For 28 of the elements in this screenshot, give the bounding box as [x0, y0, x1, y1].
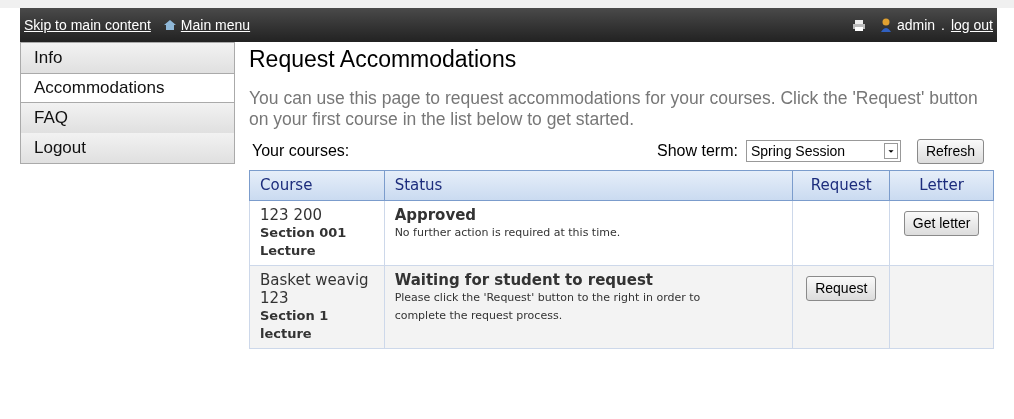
separator-text: . — [941, 15, 945, 35]
sidebar-item[interactable]: FAQ — [21, 103, 234, 133]
column-header: Course — [249, 170, 385, 201]
printer-icon[interactable] — [852, 19, 865, 31]
table-cell: Approved No further action is required at this time. — [384, 200, 793, 266]
refresh-button[interactable]: Refresh — [916, 138, 984, 164]
user-icon — [880, 18, 891, 32]
term-label: Show term: — [657, 141, 738, 161]
table-cell: Waiting for student to request Please click the 'Request' button to the right in order to complete the request process. — [384, 265, 793, 349]
courses-label: Your courses: — [252, 141, 350, 161]
logout-link[interactable]: log out — [950, 14, 993, 36]
username: admin — [896, 15, 936, 35]
main-menu-link[interactable]: Main menu — [162, 14, 251, 36]
skip-link[interactable]: Skip to main content — [24, 14, 151, 36]
intro-text: You can use this page to request accommodations for your courses. Click the 'Request' button on your first course in the list below to get started. — [249, 88, 979, 130]
column-header: Status — [384, 170, 793, 201]
table-cell: 123 200 Section 001 Lecture — [249, 200, 385, 266]
request-button[interactable]: Request — [806, 276, 877, 301]
sidebar-item[interactable]: Accommodations — [21, 73, 234, 103]
page-title: Request Accommodations — [249, 45, 518, 74]
sidebar-item[interactable]: Info — [21, 43, 234, 73]
table-cell: Basket weavig 123 Section 1 lecture — [249, 265, 385, 349]
get-letter-button[interactable]: Get letter — [903, 211, 980, 236]
column-header: Request — [792, 170, 890, 201]
column-header: Letter — [889, 170, 994, 201]
sidebar-item[interactable]: Logout — [21, 133, 234, 163]
home-icon — [162, 19, 177, 31]
term-dropdown[interactable]: Spring Session — [745, 140, 901, 162]
